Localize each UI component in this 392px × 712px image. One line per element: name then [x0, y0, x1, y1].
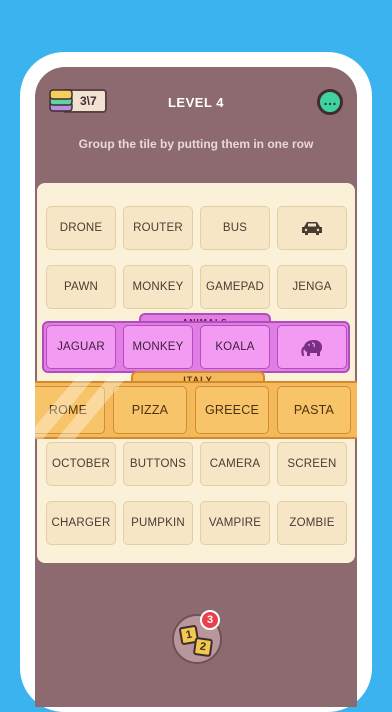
tile-pizza[interactable]: PIZZA — [113, 386, 187, 434]
tile-car[interactable] — [277, 206, 347, 250]
hint-card-icon: 2 — [192, 636, 214, 658]
tile-gamepad[interactable]: GAMEPAD — [200, 265, 270, 309]
group-row-italy: ROME PIZZA GREECE PASTA — [35, 381, 357, 439]
tile-elephant[interactable] — [277, 325, 347, 369]
tile-vampire[interactable]: VAMPIRE — [200, 501, 270, 545]
game-screen: 3\7 LEVEL 4 … Group the tile by putting … — [35, 67, 357, 707]
layers-icon — [49, 89, 73, 112]
elephant-icon — [301, 340, 322, 357]
tile-jenga[interactable]: JENGA — [277, 265, 347, 309]
tile-pasta[interactable]: PASTA — [277, 386, 351, 434]
tile-charger[interactable]: CHARGER — [46, 501, 116, 545]
ellipsis-icon: … — [323, 92, 337, 108]
tile-rome[interactable]: ROME — [35, 386, 105, 434]
tile-pumpkin[interactable]: PUMPKIN — [123, 501, 193, 545]
tile-buttons[interactable]: BUTTONS — [123, 442, 193, 486]
tile-monkey-animal[interactable]: MONKEY — [123, 325, 193, 369]
tile-greece[interactable]: GREECE — [195, 386, 269, 434]
tile-camera[interactable]: CAMERA — [200, 442, 270, 486]
tile-koala[interactable]: KOALA — [200, 325, 270, 369]
group-row-animals: JAGUAR MONKEY KOALA — [42, 321, 350, 373]
tile-monkey[interactable]: MONKEY — [123, 265, 193, 309]
tile-zombie[interactable]: ZOMBIE — [277, 501, 347, 545]
tile-pawn[interactable]: PAWN — [46, 265, 116, 309]
tile-screen[interactable]: SCREEN — [277, 442, 347, 486]
tile-jaguar[interactable]: JAGUAR — [46, 325, 116, 369]
tile-bus[interactable]: BUS — [200, 206, 270, 250]
level-title: LEVEL 4 — [167, 95, 224, 110]
hint-count-badge: 3 — [200, 610, 220, 630]
tile-router[interactable]: ROUTER — [123, 206, 193, 250]
tile-october[interactable]: OCTOBER — [46, 442, 116, 486]
car-icon — [302, 222, 322, 235]
instruction-text: Group the tile by putting them in one ro… — [78, 137, 314, 151]
tile-drone[interactable]: DRONE — [46, 206, 116, 250]
menu-button[interactable]: … — [317, 89, 343, 115]
